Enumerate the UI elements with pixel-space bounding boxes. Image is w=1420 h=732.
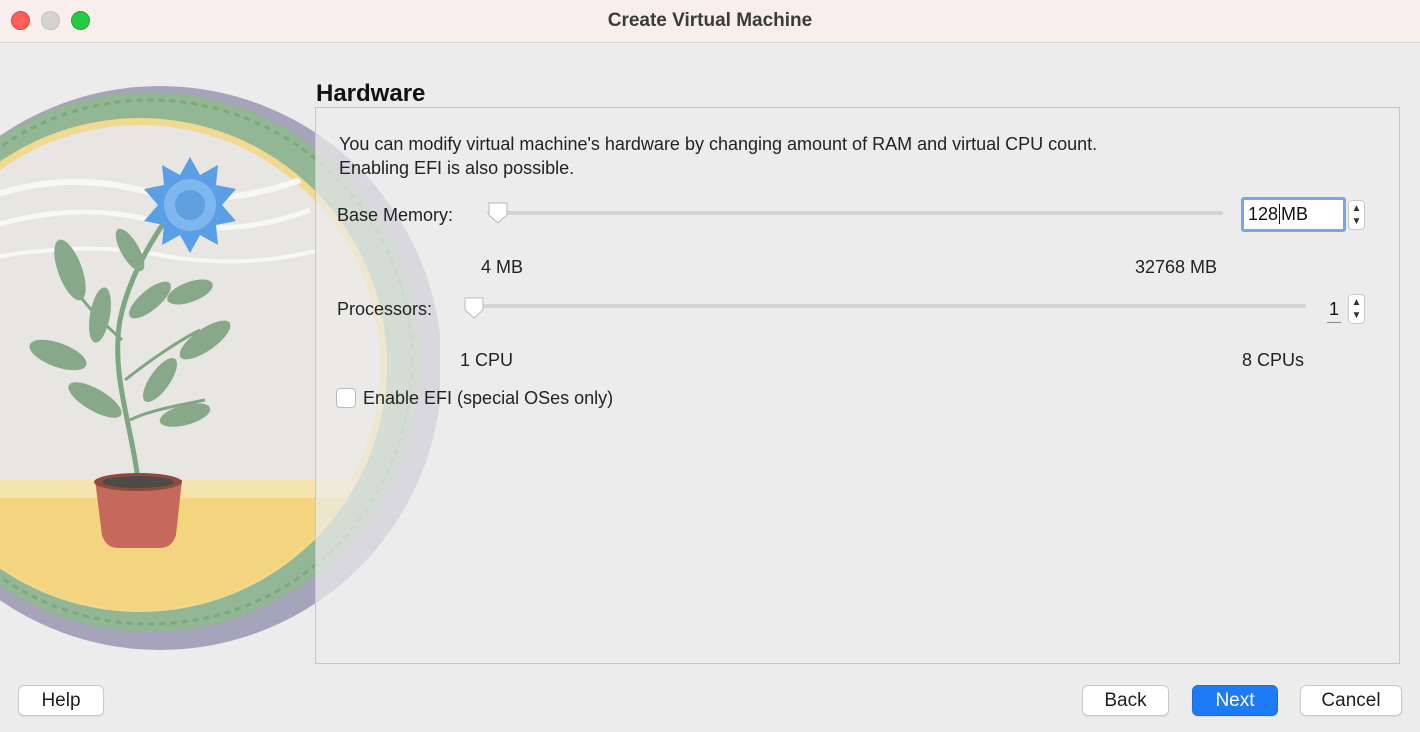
window-title: Create Virtual Machine	[607, 10, 813, 31]
base-memory-label: Base Memory:	[337, 205, 454, 225]
processors-label: Processors:	[337, 299, 433, 319]
processors-field[interactable]: 1	[1327, 296, 1341, 323]
processors-stepper[interactable]: ▲ ▼	[1348, 294, 1365, 324]
base-memory-unit: MB	[1281, 204, 1309, 224]
base-memory-value: 128	[1248, 204, 1279, 224]
hardware-panel	[315, 107, 1400, 664]
chevron-down-icon[interactable]: ▼	[1349, 215, 1364, 228]
enable-efi-label[interactable]: Enable EFI (special OSes only)	[363, 388, 613, 409]
processors-slider[interactable]	[465, 304, 1306, 308]
cancel-button[interactable]: Cancel	[1300, 685, 1402, 716]
description-line-2: Enabling EFI is also possible.	[339, 158, 575, 178]
base-memory-field[interactable]: 128 MB	[1241, 197, 1346, 232]
title-bar: Create Virtual Machine	[0, 0, 1420, 43]
memory-max-label: 32768 MB	[1135, 257, 1218, 277]
next-button[interactable]: Next	[1192, 685, 1278, 716]
base-memory-stepper[interactable]: ▲ ▼	[1348, 200, 1365, 230]
enable-efi-checkbox[interactable]	[336, 388, 356, 408]
chevron-up-icon[interactable]: ▲	[1349, 296, 1364, 309]
description-line-1: You can modify virtual machine's hardwar…	[339, 134, 1098, 154]
base-memory-slider[interactable]	[487, 211, 1223, 215]
base-memory-slider-thumb[interactable]	[487, 201, 509, 225]
hardware-description: You can modify virtual machine's hardwar…	[339, 132, 1339, 180]
chevron-up-icon[interactable]: ▲	[1349, 202, 1364, 215]
help-button[interactable]: Help	[18, 685, 104, 716]
processors-slider-thumb[interactable]	[463, 296, 485, 320]
chevron-down-icon[interactable]: ▼	[1349, 309, 1364, 322]
processors-min-label: 1 CPU	[460, 350, 514, 370]
back-button[interactable]: Back	[1082, 685, 1169, 716]
memory-min-label: 4 MB	[481, 257, 524, 277]
processors-max-label: 8 CPUs	[1242, 350, 1305, 370]
section-title: Hardware	[316, 80, 426, 107]
